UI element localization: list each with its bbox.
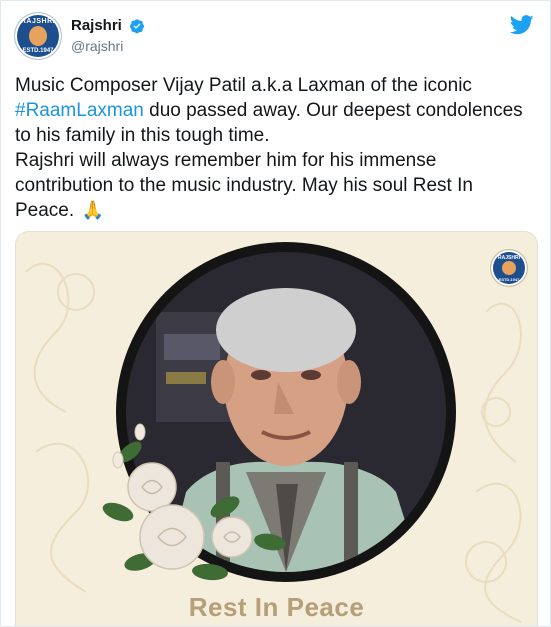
- rajshri-logo-icon: [29, 26, 47, 46]
- white-roses-decoration: [102, 423, 286, 581]
- hashtag-link[interactable]: #RaamLaxman: [15, 100, 144, 121]
- tweet-paragraph-1: Music Composer Vijay Patil a.k.a Laxman …: [15, 73, 535, 148]
- account-handle[interactable]: @rajshri: [71, 37, 145, 55]
- tweet-paragraph-2: Rajshri will always remember him for his…: [15, 148, 535, 223]
- tweet-text: Music Composer Vijay Patil a.k.a Laxman …: [15, 73, 535, 223]
- tweet-header: RAJSHRI ESTD.1947 Rajshri @rajshri: [15, 13, 536, 59]
- account-name-block[interactable]: Rajshri @rajshri: [71, 17, 145, 55]
- media-caption: Rest In Peace: [188, 592, 365, 622]
- tweet-card: RAJSHRI ESTD.1947 Rajshri @rajshri Music…: [0, 0, 551, 627]
- verified-badge-icon: [130, 19, 145, 34]
- avatar-logo-text-top: RAJSHRI: [20, 18, 56, 25]
- tweet-media-image[interactable]: RAJSHRI ESTD.1947 Rest In Peace: [15, 231, 538, 626]
- folded-hands-emoji: 🙏: [81, 200, 104, 220]
- avatar-logo-text-bottom: ESTD.1947: [22, 48, 54, 54]
- display-name[interactable]: Rajshri: [71, 17, 122, 35]
- twitter-bird-icon[interactable]: [510, 15, 534, 35]
- avatar[interactable]: RAJSHRI ESTD.1947: [15, 13, 61, 59]
- rajshri-seal-icon: [502, 261, 516, 275]
- seal-text-bottom: ESTD.1947: [498, 277, 520, 282]
- tweet-text-part: Music Composer Vijay Patil a.k.a Laxman …: [15, 75, 472, 96]
- rajshri-seal: RAJSHRI ESTD.1947: [491, 250, 527, 286]
